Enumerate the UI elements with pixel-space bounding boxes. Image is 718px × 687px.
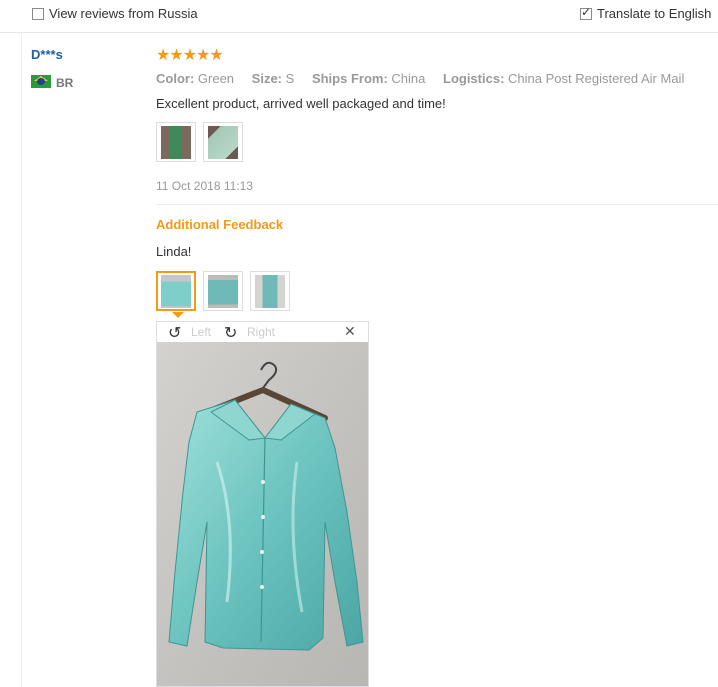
rotate-right-icon[interactable]: ↻	[224, 323, 237, 342]
rotate-left-label[interactable]: Left	[191, 325, 211, 339]
feedback-photo-thumbnail-selected[interactable]	[156, 271, 196, 311]
translate-label[interactable]: Translate to English	[597, 6, 711, 21]
feedback-photo-thumbnail[interactable]	[203, 271, 243, 311]
feedback-photo-thumbnail[interactable]	[250, 271, 290, 311]
review-text: Excellent product, arrived well packaged…	[156, 96, 446, 111]
view-russia-label[interactable]: View reviews from Russia	[49, 6, 198, 21]
package-photo	[208, 126, 238, 159]
enlarged-shirt-photo	[157, 342, 368, 686]
reviewer-country: BR	[56, 76, 74, 90]
shirt-photo	[208, 275, 238, 308]
ships-from-attr-value: China	[391, 71, 426, 86]
review-date: 11 Oct 2018 11:13	[156, 179, 253, 193]
selected-pointer	[172, 312, 184, 318]
color-attr-label: Color:	[156, 71, 195, 86]
divider	[21, 32, 22, 687]
rotate-left-icon[interactable]: ↺	[168, 323, 181, 342]
size-attr-value: S	[285, 71, 295, 86]
additional-feedback-text: Linda!	[156, 244, 192, 259]
review-photo-thumbnail[interactable]	[203, 122, 243, 162]
color-attr-value: Green	[197, 71, 235, 86]
package-photo	[161, 126, 191, 159]
close-icon[interactable]: ✕	[344, 324, 356, 340]
review-photo-thumbnail[interactable]	[156, 122, 196, 162]
rotate-right-label[interactable]: Right	[247, 325, 275, 339]
additional-feedback-title: Additional Feedback	[156, 217, 284, 232]
brazil-flag-icon	[31, 75, 51, 88]
image-viewer: ↺ Left ↻ Right ✕	[156, 321, 369, 687]
divider	[156, 204, 718, 205]
view-russia-checkbox[interactable]	[32, 8, 44, 20]
order-attributes: Color: Green Size: S Ships From: China L…	[156, 71, 684, 86]
translate-checkbox[interactable]	[580, 5, 592, 20]
star-rating: ★★★★★	[156, 45, 224, 64]
shirt-illustration	[157, 342, 368, 686]
logistics-attr-value: China Post Registered Air Mail	[508, 71, 685, 86]
size-attr-label: Size:	[251, 71, 283, 86]
reviewer-name[interactable]: D***s	[31, 47, 63, 62]
shirt-photo	[161, 275, 191, 308]
shirt-photo	[255, 275, 285, 308]
logistics-attr-label: Logistics:	[443, 71, 505, 86]
review-filter-bar: View reviews from Russia Translate to En…	[0, 0, 718, 33]
image-viewer-toolbar: ↺ Left ↻ Right ✕	[157, 322, 368, 342]
ships-from-attr-label: Ships From:	[311, 71, 388, 86]
